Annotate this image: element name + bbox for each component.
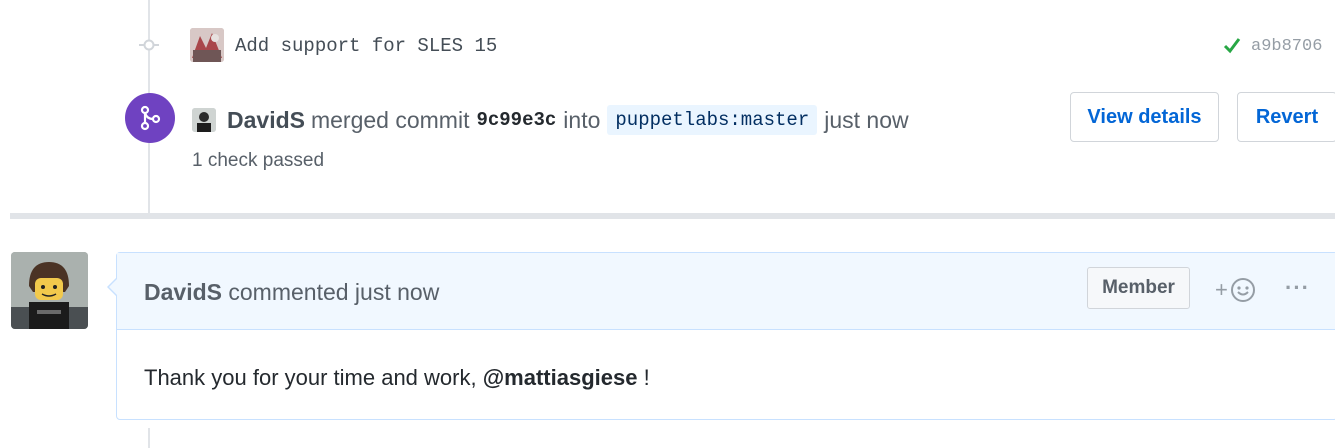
- merge-into-text: into: [563, 106, 601, 133]
- merger-avatar[interactable]: [192, 108, 216, 132]
- check-icon[interactable]: [1222, 35, 1242, 55]
- checks-status: 1 check passed: [192, 150, 325, 171]
- merge-commit-sha-link[interactable]: 9c99e3c: [476, 109, 556, 131]
- git-merge-icon: [125, 93, 175, 143]
- add-reaction-button[interactable]: +: [1215, 276, 1256, 304]
- user-avatar-icon: [192, 108, 216, 132]
- timeline-divider: [10, 213, 1335, 219]
- user-avatar-icon: [190, 28, 224, 62]
- comment-author-link[interactable]: DavidS: [144, 279, 222, 305]
- target-branch-label[interactable]: puppetlabs:master: [607, 105, 818, 135]
- comment-header: DavidS commented just now Member + ···: [117, 253, 1335, 330]
- user-avatar-icon: [11, 252, 88, 329]
- commit-sha-link[interactable]: a9b8706: [1251, 37, 1322, 56]
- comment-box: DavidS commented just now Member + ··· T…: [116, 252, 1335, 420]
- view-details-button[interactable]: View details: [1070, 92, 1219, 142]
- merge-event-summary: DavidS merged commit 9c99e3c into puppet…: [192, 105, 909, 135]
- member-badge: Member: [1087, 267, 1190, 309]
- comment-action-time[interactable]: commented just now: [228, 279, 439, 305]
- reaction-plus-label: +: [1215, 277, 1228, 302]
- commit-dot-icon: [139, 39, 159, 51]
- comment-body-text: Thank you for your time and work,: [144, 365, 477, 390]
- commit-author-avatar[interactable]: [190, 28, 224, 62]
- commit-message-link[interactable]: Add support for SLES 15: [235, 35, 497, 57]
- revert-button[interactable]: Revert: [1237, 92, 1335, 142]
- merge-action-text: merged commit: [310, 106, 470, 133]
- merge-author-link[interactable]: DavidS: [227, 107, 305, 134]
- user-mention-link[interactable]: @mattiasgiese: [483, 365, 638, 390]
- merge-time[interactable]: just now: [824, 107, 908, 134]
- smiley-icon: [1230, 278, 1255, 302]
- more-options-icon[interactable]: ···: [1285, 275, 1310, 301]
- commenter-avatar[interactable]: [11, 252, 88, 329]
- comment-body-suffix: !: [643, 365, 650, 390]
- comment-body: Thank you for your time and work, @matti…: [144, 365, 650, 391]
- comment-pointer-inner: [109, 278, 118, 296]
- comment-meta: DavidS commented just now: [144, 279, 439, 306]
- timeline-line-bottom: [148, 428, 150, 448]
